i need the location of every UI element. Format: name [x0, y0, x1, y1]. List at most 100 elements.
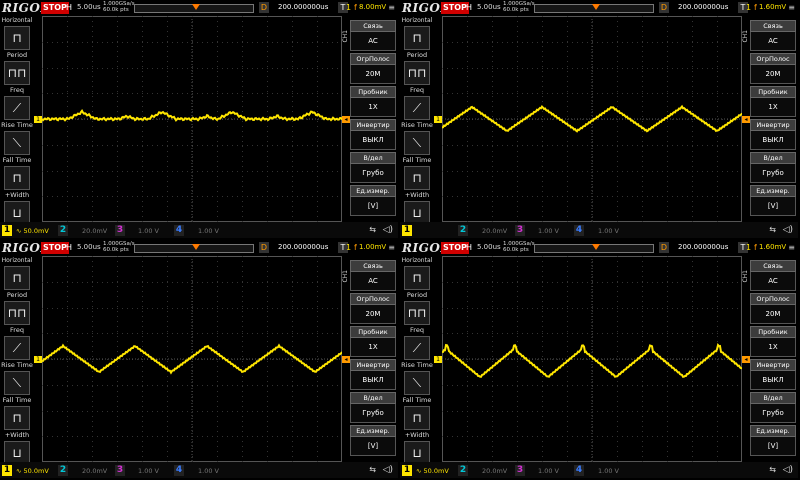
channel-1-button[interactable]: 1 — [2, 465, 12, 476]
channel-menu-item[interactable]: Инвертир ВЫКЛ — [750, 119, 796, 150]
channel-menu-item[interactable]: Ед.измер. [V] — [750, 425, 796, 456]
pos-width-icon[interactable]: ⊓ — [404, 166, 430, 190]
rise-time-icon[interactable]: ⟋ — [404, 96, 430, 120]
waveform-grid[interactable] — [442, 256, 742, 462]
channel-menu-item[interactable]: Связь AC — [750, 260, 796, 291]
channel-menu-item[interactable]: В/дел Грубо — [750, 152, 796, 183]
channel-1-button[interactable]: 1 — [402, 465, 412, 476]
pos-width-icon[interactable]: ⊓ — [404, 406, 430, 430]
pos-width-icon[interactable]: ⊓ — [4, 166, 30, 190]
trigger-level[interactable]: 8.00mV — [359, 3, 386, 11]
channel-menu-item[interactable]: Инвертир ВЫКЛ — [350, 119, 396, 150]
menu-icon[interactable]: ≡ — [388, 243, 395, 252]
channel-menu-item[interactable]: Пробник 1X — [350, 326, 396, 357]
channel-2-button[interactable]: 2 — [58, 225, 68, 236]
channel-menu-item[interactable]: ОгрПолос 20M — [750, 293, 796, 324]
channel-2-button[interactable]: 2 — [458, 465, 468, 476]
delay-value[interactable]: 200.000000us — [278, 3, 328, 11]
timebase-value[interactable]: 5.00us — [477, 243, 501, 251]
channel-menu-item[interactable]: Инвертир ВЫКЛ — [750, 359, 796, 390]
waveform-grid[interactable] — [442, 16, 742, 222]
timebase-value[interactable]: 5.00us — [477, 3, 501, 11]
period-icon[interactable]: ⊓ — [404, 26, 430, 50]
channel-menu-item[interactable]: Ед.измер. [V] — [350, 185, 396, 216]
channel-menu-item[interactable]: Пробник 1X — [750, 86, 796, 117]
trigger-level-marker[interactable]: ◂ — [742, 116, 750, 123]
speaker-icon[interactable]: ◁) — [383, 465, 393, 475]
run-stop-status[interactable]: STOP — [441, 2, 469, 14]
ch1-offset-marker[interactable]: 1 — [434, 116, 442, 123]
channel-3-button[interactable]: 3 — [515, 465, 525, 476]
channel-menu-item[interactable]: Ед.измер. [V] — [750, 185, 796, 216]
menu-icon[interactable]: ≡ — [388, 3, 395, 12]
ch1-offset-marker[interactable]: 1 — [34, 116, 42, 123]
channel-menu-item[interactable]: Связь AC — [750, 20, 796, 51]
channel-2-button[interactable]: 2 — [58, 465, 68, 476]
channel-menu-item[interactable]: Связь AC — [350, 20, 396, 51]
period-icon[interactable]: ⊓ — [4, 26, 30, 50]
trigger-level-marker[interactable]: ◂ — [342, 116, 350, 123]
channel-menu-item[interactable]: Инвертир ВЫКЛ — [350, 359, 396, 390]
delay-value[interactable]: 200.000000us — [678, 3, 728, 11]
channel-tab[interactable]: CH1 — [742, 270, 749, 283]
timebase-value[interactable]: 5.00us — [77, 3, 101, 11]
channel-tab[interactable]: CH1 — [342, 30, 349, 43]
run-stop-status[interactable]: STOP — [41, 242, 69, 254]
channel-2-button[interactable]: 2 — [458, 225, 468, 236]
menu-icon[interactable]: ≡ — [788, 243, 795, 252]
period-icon[interactable]: ⊓ — [4, 266, 30, 290]
channel-4-button[interactable]: 4 — [574, 225, 584, 236]
trigger-level-marker[interactable]: ◂ — [342, 356, 350, 363]
freq-icon[interactable]: ⊓⊓ — [404, 301, 430, 325]
speaker-icon[interactable]: ◁) — [383, 225, 393, 235]
channel-3-button[interactable]: 3 — [115, 465, 125, 476]
run-stop-status[interactable]: STOP — [441, 242, 469, 254]
rise-time-icon[interactable]: ⟋ — [404, 336, 430, 360]
trigger-level[interactable]: 1.60mV — [759, 3, 786, 11]
freq-icon[interactable]: ⊓⊓ — [4, 61, 30, 85]
run-stop-status[interactable]: STOP — [41, 2, 69, 14]
channel-menu-item[interactable]: Пробник 1X — [350, 86, 396, 117]
channel-menu-item[interactable]: В/дел Грубо — [750, 392, 796, 423]
fall-time-icon[interactable]: ⟍ — [4, 371, 30, 395]
freq-icon[interactable]: ⊓⊓ — [404, 61, 430, 85]
channel-3-button[interactable]: 3 — [515, 225, 525, 236]
trigger-level[interactable]: 1.60mV — [759, 243, 786, 251]
channel-menu-item[interactable]: Связь AC — [350, 260, 396, 291]
channel-4-button[interactable]: 4 — [174, 225, 184, 236]
waveform-grid[interactable] — [42, 16, 342, 222]
channel-menu-item[interactable]: ОгрПолос 20M — [350, 293, 396, 324]
channel-tab[interactable]: CH1 — [742, 30, 749, 43]
freq-icon[interactable]: ⊓⊓ — [4, 301, 30, 325]
fall-time-icon[interactable]: ⟍ — [4, 131, 30, 155]
trigger-level[interactable]: 1.00mV — [359, 243, 386, 251]
period-icon[interactable]: ⊓ — [404, 266, 430, 290]
channel-menu-item[interactable]: Пробник 1X — [750, 326, 796, 357]
fall-time-icon[interactable]: ⟍ — [404, 131, 430, 155]
channel-3-button[interactable]: 3 — [115, 225, 125, 236]
ch1-offset-marker[interactable]: 1 — [34, 356, 42, 363]
channel-4-button[interactable]: 4 — [574, 465, 584, 476]
channel-menu-item[interactable]: ОгрПолос 20M — [750, 53, 796, 84]
channel-menu-item[interactable]: ОгрПолос 20M — [350, 53, 396, 84]
timebase-value[interactable]: 5.00us — [77, 243, 101, 251]
trigger-level-marker[interactable]: ◂ — [742, 356, 750, 363]
menu-icon[interactable]: ≡ — [788, 3, 795, 12]
channel-menu-item[interactable]: Ед.измер. [V] — [350, 425, 396, 456]
channel-4-button[interactable]: 4 — [174, 465, 184, 476]
channel-menu-item[interactable]: В/дел Грубо — [350, 152, 396, 183]
channel-menu-item[interactable]: В/дел Грубо — [350, 392, 396, 423]
ch1-offset-marker[interactable]: 1 — [434, 356, 442, 363]
fall-time-icon[interactable]: ⟍ — [404, 371, 430, 395]
channel-1-button[interactable]: 1 — [402, 225, 412, 236]
speaker-icon[interactable]: ◁) — [783, 465, 793, 475]
speaker-icon[interactable]: ◁) — [783, 225, 793, 235]
pos-width-icon[interactable]: ⊓ — [4, 406, 30, 430]
waveform-grid[interactable] — [42, 256, 342, 462]
channel-tab[interactable]: CH1 — [342, 270, 349, 283]
channel-1-button[interactable]: 1 — [2, 225, 12, 236]
rise-time-icon[interactable]: ⟋ — [4, 96, 30, 120]
rise-time-icon[interactable]: ⟋ — [4, 336, 30, 360]
delay-value[interactable]: 200.000000us — [678, 243, 728, 251]
delay-value[interactable]: 200.000000us — [278, 243, 328, 251]
